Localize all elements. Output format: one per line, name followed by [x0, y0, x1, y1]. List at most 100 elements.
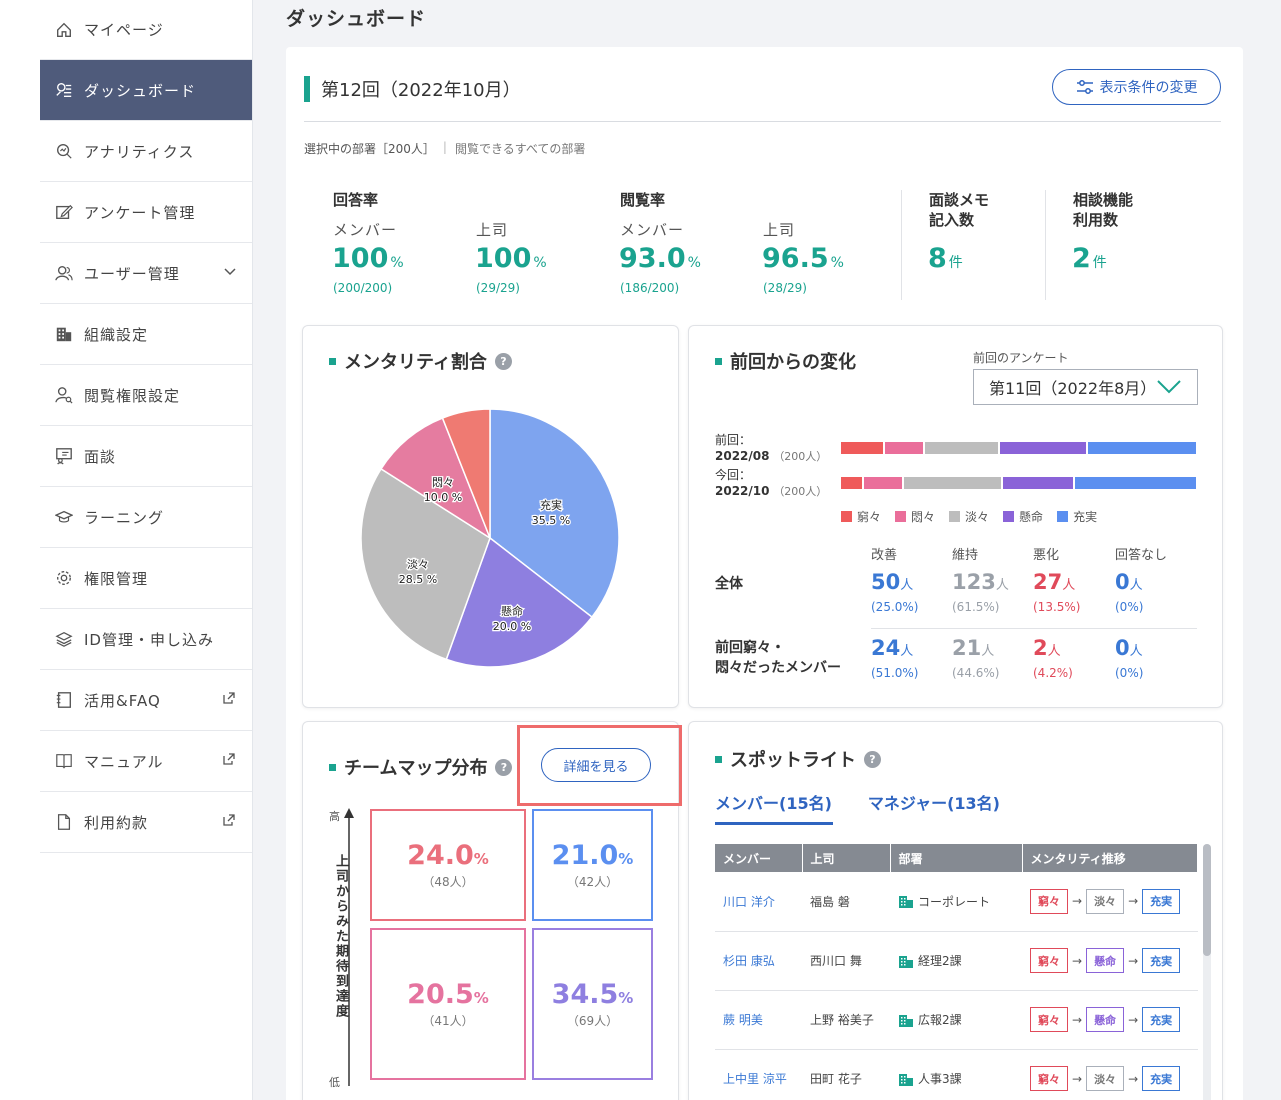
- sidebar-item-label: 権限管理: [84, 569, 149, 588]
- boss-name: 福島 磐: [802, 872, 890, 932]
- bar-segment: [863, 477, 902, 489]
- sidebar-item-label: マイページ: [84, 21, 164, 39]
- interview-icon: [54, 446, 74, 466]
- mentality-card: メンタリティ割合 ? 充実 35.5 % 懸命 20.0 % 淡々 28.5 % 悶々 10.…: [302, 325, 679, 708]
- unit: 人: [900, 578, 914, 593]
- prev-survey-select[interactable]: 第11回（2022年8月）: [973, 369, 1198, 405]
- sidebar-item-id-management[interactable]: ID管理・申し込み: [40, 609, 252, 670]
- legend-item: 淡々: [949, 508, 989, 525]
- table-row[interactable]: 杉田 康弘 西川口 舞経理2課 窮々 → 懸命 → 充実: [715, 931, 1198, 991]
- legend-label: 淡々: [965, 510, 990, 524]
- mentality-trend: 窮々 → 懸命 → 充実: [1030, 1007, 1198, 1032]
- divider: [871, 628, 1197, 629]
- chevron-down-icon: [1157, 380, 1181, 394]
- sidebar: マイページ ダッシュボード アナリティクス アンケート管理 ユーザー管理 組織設…: [40, 0, 253, 1100]
- help-icon[interactable]: ?: [495, 758, 513, 776]
- pct-unit: %: [473, 850, 489, 868]
- prev-date: 2022/08: [715, 449, 770, 463]
- member-name[interactable]: 川口 洋介: [715, 872, 802, 932]
- member-name[interactable]: 上中里 涼平: [715, 1049, 802, 1100]
- mentality-pie-chart: 充実 35.5 % 懸命 20.0 % 淡々 28.5 % 悶々 10.0 %: [360, 408, 620, 668]
- table-row[interactable]: 川口 洋介 福島 磐コーポレート 窮々 → 淡々 → 充実: [715, 872, 1198, 932]
- layers-icon: [54, 629, 74, 649]
- legend-swatch: [949, 511, 961, 522]
- chevron-down-icon[interactable]: [224, 265, 236, 277]
- change-filter-label: 表示条件の変更: [1099, 79, 1198, 95]
- dept-cell: 経理2課: [890, 931, 1022, 991]
- sidebar-item-org[interactable]: 組織設定: [40, 304, 252, 365]
- sidebar-item-interview[interactable]: 面談: [40, 426, 252, 487]
- legend-item: 懸命: [1003, 508, 1043, 525]
- sidebar-item-users[interactable]: ユーザー管理: [40, 243, 252, 304]
- mentality-chip: 充実: [1142, 1007, 1181, 1032]
- sidebar-item-faq[interactable]: 活用&FAQ: [40, 670, 252, 731]
- sidebar-item-terms[interactable]: 利用約款: [40, 792, 252, 853]
- sidebar-item-dashboard[interactable]: ダッシュボード: [40, 60, 252, 121]
- cell-count: （42人）: [566, 875, 619, 889]
- col-member: メンバー: [715, 844, 803, 872]
- prev-stacked-bar: [841, 442, 1196, 454]
- highlight-annotation: [517, 725, 682, 806]
- sidebar-item-label: 閲覧権限設定: [84, 386, 181, 405]
- tab-member[interactable]: メンバー(15名): [715, 790, 832, 814]
- mentality-chip: 窮々: [1030, 1007, 1068, 1032]
- sidebar-item-view-permission[interactable]: 閲覧権限設定: [40, 365, 252, 426]
- change-title-text: 前回からの変化: [730, 352, 856, 373]
- all-worse-value: 27人: [1033, 570, 1075, 594]
- sidebar-item-manual[interactable]: マニュアル: [40, 731, 252, 792]
- spotlight-title-text: スポットライト: [730, 750, 856, 771]
- col-improve: 改善: [871, 548, 898, 563]
- value-number: 2: [1033, 636, 1048, 660]
- legend-item: 充実: [1057, 508, 1097, 525]
- low-improve-pct: (51.0%): [871, 666, 919, 680]
- value-number: 50: [871, 570, 901, 594]
- tab-manager[interactable]: マネジャー(13名): [868, 790, 1000, 814]
- mentality-trend: 窮々 → 懸命 → 充実: [1030, 948, 1198, 973]
- prev-count: （200人）: [773, 450, 828, 463]
- dept-all: 閲覧できるすべての部署: [454, 142, 586, 156]
- mentality-trend: 窮々 → 淡々 → 充実: [1030, 1066, 1198, 1091]
- external-link-icon: [223, 692, 235, 704]
- dept: 広報2課: [898, 1011, 1022, 1028]
- table-row[interactable]: 上中里 涼平 田町 花子 人事3課 窮々 → 淡々 → 充実: [715, 1049, 1198, 1100]
- legend-swatch: [895, 511, 907, 522]
- legend-label: 懸命: [1019, 510, 1044, 524]
- sidebar-item-label: アナリティクス: [84, 142, 195, 161]
- memo-label-line2: 記入数: [929, 211, 975, 229]
- low-noanswer-value: 0人: [1115, 636, 1143, 660]
- help-icon[interactable]: ?: [864, 750, 881, 768]
- sidebar-item-permissions[interactable]: 権限管理: [40, 548, 252, 609]
- boss-name: 西川口 舞: [802, 931, 890, 991]
- view-boss-label: 上司: [763, 221, 796, 239]
- all-keep-value: 123人: [952, 570, 1009, 594]
- mentality-chip: 窮々: [1030, 888, 1068, 914]
- cell-value: 24.0%: [407, 840, 489, 871]
- low-keep-pct: (44.6%): [952, 666, 1000, 680]
- dept-name: コーポレート: [918, 894, 991, 909]
- arrow-icon: →: [1128, 894, 1139, 909]
- prev-label-line1: 前回：: [715, 433, 752, 447]
- mentality-chip: 充実: [1142, 948, 1181, 973]
- sidebar-item-survey[interactable]: アンケート管理: [40, 182, 252, 243]
- main-content: ダッシュボード 第12回（2022年10月） 表示条件の変更 選択中の部署［20…: [253, 0, 1281, 1100]
- pct-unit: %: [618, 989, 634, 1007]
- dept: 人事3課: [898, 1070, 1022, 1087]
- scrollbar-thumb[interactable]: [1203, 844, 1211, 956]
- answer-boss-count: (29/29): [476, 281, 520, 295]
- member-name[interactable]: 蕨 明美: [715, 990, 802, 1050]
- sidebar-item-learning[interactable]: ラーニング: [40, 487, 252, 548]
- change-filter-button[interactable]: 表示条件の変更: [1052, 69, 1221, 105]
- cur-stacked-bar: [841, 477, 1196, 489]
- value-number: 27: [1033, 570, 1063, 594]
- mentality-chip: 淡々: [1086, 1066, 1125, 1091]
- spotlight-title: スポットライト ?: [715, 746, 881, 772]
- legend-swatch: [1003, 511, 1015, 522]
- pie-label: 28.5 %: [399, 573, 437, 586]
- bar-segment: [841, 442, 883, 454]
- cell-count: （41人）: [422, 1014, 474, 1028]
- table-row[interactable]: 蕨 明美 上野 裕美子 広報2課 窮々 → 懸命 → 充実: [715, 990, 1198, 1050]
- answer-member-number: 100: [332, 243, 389, 274]
- sidebar-item-mypage[interactable]: マイページ: [40, 0, 252, 60]
- member-name[interactable]: 杉田 康弘: [715, 931, 802, 991]
- sidebar-item-analytics[interactable]: アナリティクス: [40, 121, 252, 182]
